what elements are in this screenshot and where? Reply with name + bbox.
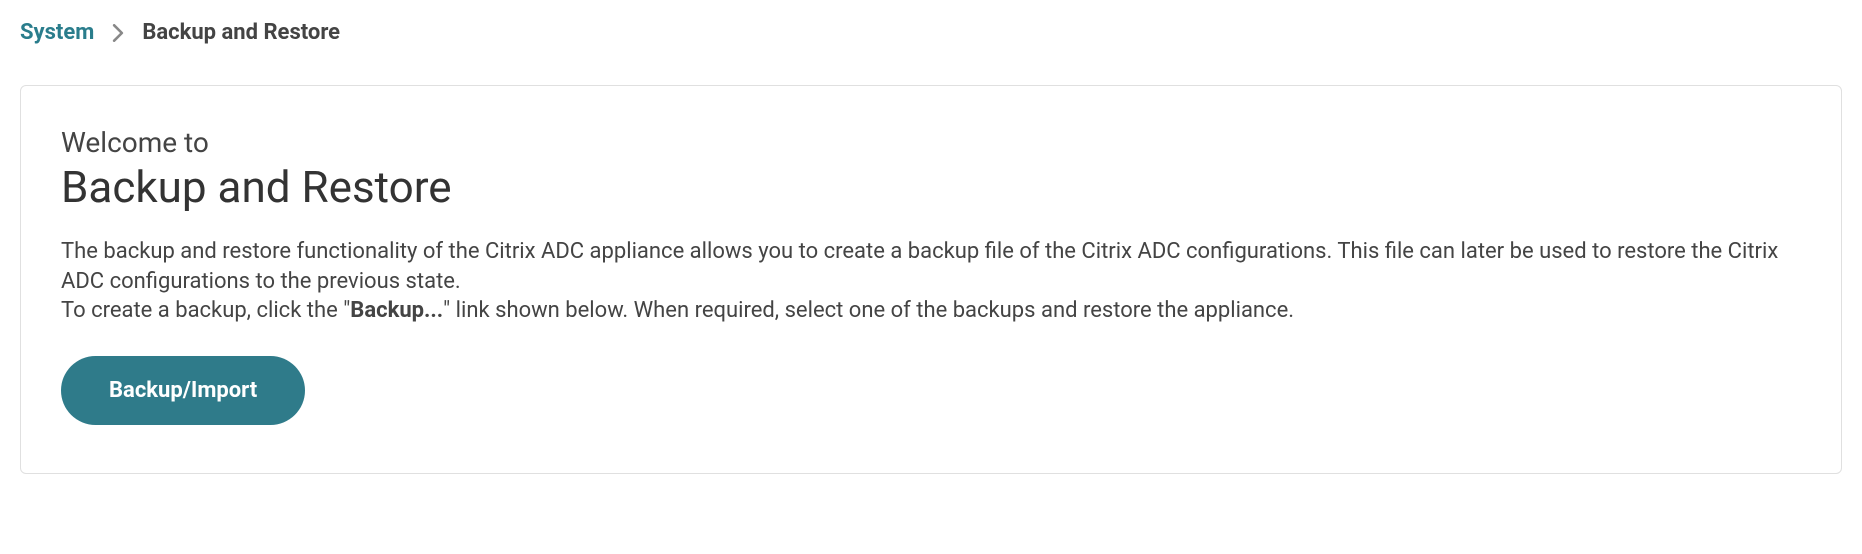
backup-import-button[interactable]: Backup/Import <box>61 356 305 425</box>
description-line-2-pre: To create a backup, click the " <box>61 298 350 323</box>
breadcrumb-link-system[interactable]: System <box>20 20 94 45</box>
description-text: The backup and restore functionality of … <box>61 237 1801 326</box>
breadcrumb: System Backup and Restore <box>20 20 1842 45</box>
description-bold: Backup... <box>350 298 443 323</box>
welcome-text: Welcome to <box>61 126 1801 159</box>
description-line-1: The backup and restore functionality of … <box>61 239 1778 294</box>
chevron-right-icon <box>112 24 124 42</box>
breadcrumb-current: Backup and Restore <box>142 20 340 45</box>
main-panel: Welcome to Backup and Restore The backup… <box>20 85 1842 474</box>
page-title: Backup and Restore <box>61 161 1801 213</box>
description-line-2-post: " link shown below. When required, selec… <box>443 298 1294 323</box>
